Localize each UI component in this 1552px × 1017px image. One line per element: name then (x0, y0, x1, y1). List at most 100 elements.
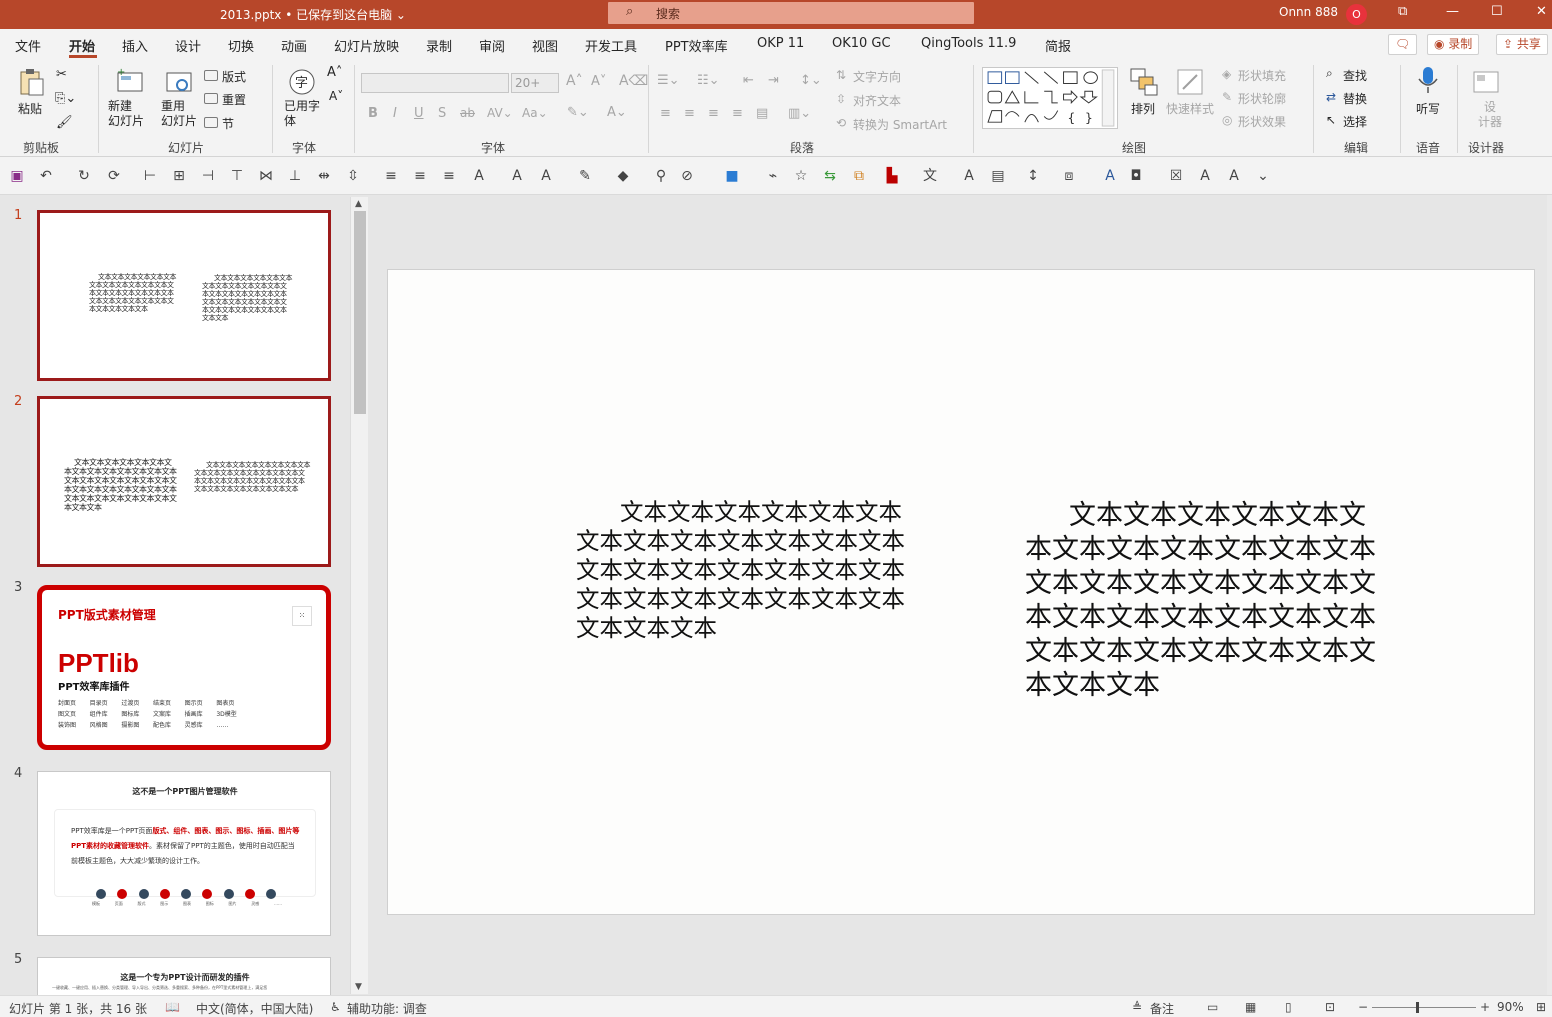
copy-icon[interactable]: ⎘⌄ (55, 91, 76, 106)
spellcheck-icon[interactable]: 📖 (165, 1000, 180, 1014)
tab-ppt-library[interactable]: PPT效率库 (665, 36, 728, 55)
current-slide[interactable]: 文本文本文本文本文本文本文本文本文本文本文本文本文本文本文本文本文本文本文本文本… (387, 269, 1535, 915)
bold-icon[interactable]: B (368, 106, 378, 121)
increase-indent-icon[interactable]: ⇥ (768, 73, 779, 88)
fit-slide-icon[interactable]: ⊞ (1536, 1000, 1546, 1014)
decrease-size-icon[interactable]: A (1226, 168, 1242, 184)
tab-review[interactable]: 审阅 (479, 36, 505, 55)
arrange-icon[interactable] (1129, 67, 1159, 97)
tab-record[interactable]: 录制 (426, 36, 452, 55)
color-swatch-icon[interactable]: ▙ (884, 168, 900, 184)
reuse-slides-icon[interactable] (164, 67, 194, 97)
slide-sorter-icon[interactable]: ▦ (1245, 1000, 1256, 1014)
undo-icon[interactable]: ↶ (38, 168, 54, 184)
format-painter-icon[interactable]: 🖌 (56, 115, 73, 130)
notes-button[interactable]: 备注 (1150, 1000, 1174, 1017)
scrollbar-thumb[interactable] (354, 211, 366, 414)
paste-icon[interactable] (16, 67, 46, 97)
align-left-objects-icon[interactable]: ⊢ (142, 168, 158, 184)
tab-transitions[interactable]: 切换 (228, 36, 254, 55)
align-top-objects-icon[interactable]: ⊤ (229, 168, 245, 184)
tab-qingtools[interactable]: QingTools 11.9 (921, 36, 1016, 51)
group-objects-icon[interactable]: ⧈ (1061, 168, 1077, 184)
scroll-down-icon[interactable]: ▼ (355, 982, 362, 992)
microphone-icon[interactable] (1413, 65, 1443, 95)
text-box-icon[interactable]: 文 (922, 168, 938, 184)
shapes-gallery[interactable]: {} (982, 67, 1118, 129)
align-center-icon[interactable]: ≡ (684, 106, 695, 121)
zoom-level[interactable]: 90% (1497, 1000, 1524, 1014)
thumbnail-scrollbar[interactable]: ▲ ▼ (350, 197, 368, 994)
shape-outline-button[interactable]: 形状轮廓 (1238, 90, 1286, 107)
tab-file[interactable]: 文件 (15, 36, 41, 55)
dictate-label[interactable]: 听写 (1416, 100, 1440, 117)
share-button[interactable]: ⇪ 共享 (1496, 34, 1548, 55)
font-grow-icon[interactable]: A˄ (327, 65, 342, 80)
slide-thumbnail-1[interactable]: 文本文本文本文本文本文本文本文本文本文本文本文本文本文本文本文本文本文本文本文本… (37, 210, 331, 381)
text-align-center-icon[interactable]: ≡ (412, 168, 428, 184)
shape-effects-button[interactable]: 形状效果 (1238, 113, 1286, 130)
highlight-icon[interactable]: ✎⌄ (567, 105, 589, 120)
reading-view-icon[interactable]: ▯ (1285, 1000, 1292, 1014)
scroll-up-icon[interactable]: ▲ (355, 199, 362, 209)
align-center-objects-icon[interactable]: ⊞ (171, 168, 187, 184)
new-slide-icon[interactable]: + (115, 67, 145, 97)
align-left-icon[interactable]: ≡ (660, 106, 671, 121)
slideshow-icon[interactable]: ⊡ (1325, 1000, 1335, 1014)
transfer-icon[interactable]: ⇆ (822, 168, 838, 184)
tab-view[interactable]: 视图 (532, 36, 558, 55)
align-text-button[interactable]: 对齐文本 (853, 92, 901, 109)
font-name-combo[interactable] (361, 73, 509, 93)
decrease-indent-icon[interactable]: ⇤ (743, 73, 754, 88)
align-right-icon[interactable]: ≡ (708, 106, 719, 121)
text-align-left-icon[interactable]: ≡ (383, 168, 399, 184)
font-shrink-icon[interactable]: A˅ (329, 89, 343, 103)
designer-icon[interactable] (1471, 67, 1501, 97)
tab-developer[interactable]: 开发工具 (585, 36, 637, 55)
tab-insert[interactable]: 插入 (122, 36, 148, 55)
minimize-button[interactable]: — (1446, 4, 1459, 19)
select-button[interactable]: 选择 (1343, 113, 1367, 130)
reuse-slides-label[interactable]: 重用 幻灯片 (161, 99, 197, 129)
user-name[interactable]: Onnn 888 (1279, 5, 1338, 19)
shadow-icon[interactable]: S (438, 106, 446, 121)
font-size-combo[interactable]: 20+ (511, 73, 559, 93)
justify-icon[interactable]: ≡ (732, 106, 743, 121)
line-spacing-icon[interactable]: ↕⌄ (800, 73, 822, 88)
repeat-icon[interactable]: ⟳ (106, 168, 122, 184)
normal-view-icon[interactable]: ▭ (1207, 1000, 1218, 1014)
arrange-label[interactable]: 排列 (1131, 100, 1155, 117)
zoom-in-icon[interactable]: + (1480, 1000, 1490, 1014)
ribbon-display-icon[interactable]: ⧉ (1398, 4, 1407, 19)
slide-thumbnail-5[interactable]: 这是一个专为PPT设计而研发的插件 一键收藏、一键应用、插入替换、分类管理、导入… (37, 957, 331, 995)
shape-outline-icon[interactable]: ✎ (577, 168, 593, 184)
change-case-icon[interactable]: Aa⌄ (522, 106, 548, 120)
clear-format-icon[interactable]: A⌫ (619, 73, 648, 89)
align-middle-objects-icon[interactable]: ⋈ (258, 168, 274, 184)
maximize-button[interactable]: ☐ (1491, 4, 1503, 19)
align-bottom-objects-icon[interactable]: ⊥ (287, 168, 303, 184)
document-title[interactable]: 2013.pptx • 已保存到这台电脑 ⌄ (220, 6, 406, 23)
zoom-slider-handle[interactable] (1416, 1002, 1419, 1013)
numbering-icon[interactable]: ☷⌄ (697, 73, 720, 88)
increase-font-icon[interactable]: A˄ (566, 73, 583, 89)
zoom-slider[interactable] (1372, 1007, 1476, 1008)
distributed-icon[interactable]: ▤ (756, 106, 768, 121)
accessibility-status[interactable]: 辅助功能: 调查 (347, 1000, 427, 1017)
shape-change-icon[interactable]: ◘ (1128, 168, 1144, 184)
text-frame-icon[interactable]: ▤ (990, 168, 1006, 184)
font-shrink-icon[interactable]: A (538, 168, 554, 184)
slide-thumbnail-2[interactable]: 文本文本文本文本文本文本文本文本文本文本文本文本文本文本文本文本文本文本文本文本… (37, 396, 331, 567)
distribute-horizontal-icon[interactable]: ⇹ (316, 168, 332, 184)
designer-label[interactable]: 设 计器 (1478, 100, 1502, 130)
cut-icon[interactable]: ✂ (56, 67, 67, 82)
delete-box-icon[interactable]: ☒ (1168, 168, 1184, 184)
avatar[interactable]: O (1346, 4, 1367, 25)
canvas-scrollbar[interactable] (1547, 195, 1552, 995)
customize-toolbar-icon[interactable]: ⌄ (1255, 168, 1271, 184)
slide-thumbnail-3[interactable]: PPT版式素材管理 ⁙ PPTlib PPT效率库插件 封面页 目录页 过渡页 … (37, 585, 331, 750)
redo-icon[interactable]: ↻ (76, 168, 92, 184)
tab-ok10gc[interactable]: OK10 GC (832, 36, 891, 51)
star-icon[interactable]: ☆ (793, 168, 809, 184)
tab-briefing[interactable]: 简报 (1045, 36, 1071, 55)
